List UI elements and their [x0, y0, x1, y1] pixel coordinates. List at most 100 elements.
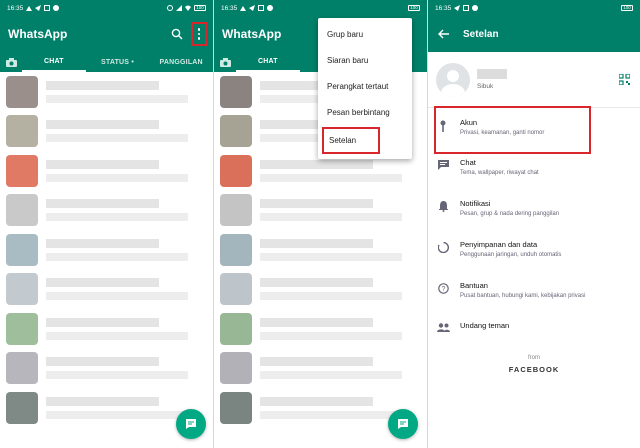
- back-arrow-icon[interactable]: [438, 29, 449, 39]
- profile-name-redacted: [477, 69, 507, 79]
- status-bar: 16:35 100: [0, 0, 213, 16]
- list-item[interactable]: [214, 270, 427, 310]
- list-item[interactable]: [0, 230, 213, 270]
- tab-chat[interactable]: CHAT: [22, 52, 86, 72]
- chat-icon: [437, 160, 449, 170]
- alarm-icon: [167, 5, 173, 11]
- menu-item-settings[interactable]: Setelan: [322, 127, 380, 154]
- image-icon: [44, 5, 51, 11]
- menu-item-linked-devices[interactable]: Perangkat tertaut: [318, 73, 412, 99]
- profile-row[interactable]: Sibuk: [428, 52, 640, 108]
- settings-item-storage[interactable]: Penyimpanan dan data Penggunaan jaringan…: [428, 240, 640, 281]
- list-item[interactable]: [0, 112, 213, 152]
- avatar: [220, 352, 252, 385]
- bell-icon: [438, 201, 448, 212]
- cell-signal-icon: [176, 5, 182, 11]
- list-item[interactable]: [0, 309, 213, 349]
- avatar: [6, 352, 38, 385]
- settings-item-subtitle: Pusat bantuan, hubungi kami, kebijakan p…: [460, 293, 586, 299]
- overflow-menu: Grup baru Siaran baru Perangkat tertaut …: [318, 18, 412, 159]
- tab-calls[interactable]: PANGGILAN: [149, 52, 213, 72]
- avatar: [6, 154, 38, 187]
- avatar: [6, 312, 38, 345]
- list-item[interactable]: [214, 349, 427, 389]
- more-options-button[interactable]: [191, 22, 207, 46]
- avatar: [220, 115, 252, 148]
- avatar: [220, 75, 252, 108]
- people-icon: [436, 323, 450, 332]
- tab-status[interactable]: STATUS •: [86, 52, 150, 72]
- new-chat-icon: [398, 419, 408, 429]
- search-icon[interactable]: [171, 28, 183, 40]
- profile-status: Sibuk: [477, 83, 494, 90]
- status-time: 16:35: [435, 4, 452, 12]
- list-item[interactable]: [0, 270, 213, 310]
- facebook-icon: [472, 5, 479, 11]
- list-item[interactable]: [0, 151, 213, 191]
- menu-item-new-group[interactable]: Grup baru: [318, 21, 412, 47]
- signal-icon: [26, 6, 33, 11]
- avatar: [436, 62, 470, 97]
- page-title: Setelan: [463, 28, 499, 40]
- settings-item-notifications[interactable]: Notifikasi Pesan, grup & nada dering pan…: [428, 199, 640, 240]
- app-title: WhatsApp: [222, 27, 282, 41]
- menu-item-starred-messages[interactable]: Pesan berbintang: [318, 99, 412, 125]
- new-chat-button[interactable]: [388, 409, 418, 439]
- tutorial-screenshots: 16:35 100 WhatsApp CHAT STATUS • PANGGIL…: [0, 0, 640, 448]
- account-highlight-box: [434, 106, 591, 154]
- app-title: WhatsApp: [8, 27, 68, 41]
- settings-item-title: Notifikasi: [460, 199, 491, 208]
- battery-icon: 100: [408, 5, 420, 11]
- tab-camera[interactable]: [214, 52, 236, 72]
- avatar: [6, 115, 38, 148]
- settings-item-help[interactable]: ? Bantuan Pusat bantuan, hubungi kami, k…: [428, 281, 640, 321]
- list-item[interactable]: [0, 349, 213, 389]
- qr-code-icon[interactable]: [619, 74, 630, 85]
- app-bar: WhatsApp: [0, 16, 213, 52]
- send-icon: [249, 5, 256, 11]
- settings-item-chat[interactable]: Chat Tema, wallpaper, riwayat chat: [428, 158, 640, 199]
- avatar: [220, 233, 252, 266]
- settings-item-subtitle: Tema, wallpaper, riwayat chat: [460, 170, 539, 176]
- avatar: [220, 194, 252, 227]
- image-icon: [463, 5, 470, 11]
- tab-bar: CHAT STATUS • PANGGILAN: [0, 52, 213, 72]
- list-item[interactable]: [214, 309, 427, 349]
- menu-item-new-broadcast[interactable]: Siaran baru: [318, 47, 412, 73]
- panel-settings: 16:35 100 Setelan Sibuk Akun Privasi, ke…: [428, 0, 640, 448]
- settings-item-title: Undang teman: [460, 321, 510, 330]
- avatar: [6, 194, 38, 227]
- more-vertical-icon: [197, 28, 201, 40]
- facebook-icon: [267, 5, 274, 11]
- chat-list: [0, 72, 213, 448]
- status-bar: 16:35 100: [214, 0, 427, 16]
- data-usage-icon: [437, 242, 449, 253]
- settings-item-title: Chat: [460, 158, 476, 167]
- footer-from: from: [528, 355, 540, 361]
- battery-icon: 100: [194, 5, 206, 11]
- footer-brand: FACEBOOK: [508, 365, 560, 374]
- avatar: [220, 273, 252, 306]
- new-chat-icon: [186, 419, 196, 429]
- avatar: [6, 273, 38, 306]
- list-item[interactable]: [0, 72, 213, 112]
- tab-camera[interactable]: [0, 52, 22, 72]
- wifi-icon: [185, 5, 191, 11]
- signal-icon: [240, 6, 247, 11]
- send-icon: [35, 5, 42, 11]
- list-item[interactable]: [214, 191, 427, 231]
- list-item[interactable]: [214, 230, 427, 270]
- settings-item-title: Bantuan: [460, 281, 488, 290]
- avatar: [220, 312, 252, 345]
- tab-chat[interactable]: CHAT: [236, 52, 300, 72]
- camera-icon: [5, 57, 17, 67]
- settings-item-invite[interactable]: Undang teman: [428, 321, 640, 355]
- image-icon: [258, 5, 265, 11]
- list-item[interactable]: [0, 191, 213, 231]
- new-chat-button[interactable]: [176, 409, 206, 439]
- help-icon: ?: [437, 283, 449, 294]
- avatar: [220, 391, 252, 424]
- svg-text:?: ?: [441, 286, 445, 293]
- settings-app-bar: Setelan: [428, 16, 640, 52]
- avatar: [6, 233, 38, 266]
